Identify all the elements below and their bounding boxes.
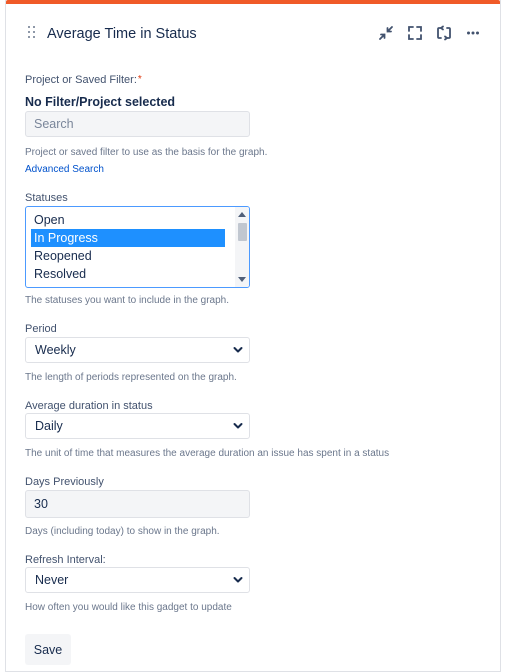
- average-duration-select[interactable]: Daily: [25, 413, 250, 439]
- days-previously-label: Days Previously: [25, 476, 104, 488]
- chevron-down-icon: [233, 347, 243, 353]
- gadget-panel: Average Time in Status Project or Saved …: [5, 0, 501, 672]
- advanced-search-link[interactable]: Advanced Search: [25, 164, 104, 175]
- period-help-text: The length of periods represented on the…: [25, 372, 237, 383]
- scroll-up-icon[interactable]: [238, 212, 246, 217]
- refresh-interval-select[interactable]: Never: [25, 567, 250, 593]
- drag-handle-icon[interactable]: [28, 26, 38, 40]
- filter-label: Project or Saved Filter:*: [25, 74, 142, 86]
- filter-selected-text: No Filter/Project selected: [25, 95, 176, 109]
- days-previously-help-text: Days (including today) to show in the gr…: [25, 526, 220, 537]
- status-option-resolved[interactable]: Resolved: [31, 265, 225, 283]
- period-select[interactable]: Weekly: [25, 337, 250, 363]
- days-previously-input[interactable]: [25, 490, 250, 518]
- minimize-icon[interactable]: [377, 24, 395, 42]
- required-marker: *: [137, 74, 142, 85]
- scrollbar-thumb[interactable]: [238, 223, 247, 241]
- status-option-in-progress[interactable]: In Progress: [31, 229, 225, 247]
- fullscreen-icon[interactable]: [406, 24, 424, 42]
- save-button[interactable]: Save: [25, 634, 71, 665]
- statuses-scrollbar[interactable]: [235, 207, 249, 287]
- gadget-title: Average Time in Status: [47, 26, 197, 42]
- chevron-down-icon: [233, 577, 243, 583]
- period-label: Period: [25, 323, 57, 335]
- average-duration-help-text: The unit of time that measures the avera…: [25, 448, 390, 459]
- period-select-value: Weekly: [35, 343, 76, 357]
- statuses-listbox[interactable]: Open In Progress Reopened Resolved: [25, 206, 250, 288]
- filter-help-text: Project or saved filter to use as the ba…: [25, 147, 268, 158]
- statuses-help-text: The statuses you want to include in the …: [25, 295, 230, 306]
- gadget-header: Average Time in Status: [6, 4, 500, 62]
- filter-search-input[interactable]: [25, 111, 250, 137]
- status-option-open[interactable]: Open: [31, 211, 225, 229]
- scroll-down-icon[interactable]: [238, 277, 246, 282]
- average-duration-value: Daily: [35, 419, 63, 433]
- average-duration-label: Average duration in status: [25, 400, 153, 412]
- statuses-label: Statuses: [25, 192, 68, 204]
- more-icon[interactable]: [464, 24, 482, 42]
- status-option-reopened[interactable]: Reopened: [31, 247, 225, 265]
- refresh-icon[interactable]: [435, 24, 453, 42]
- refresh-interval-value: Never: [35, 573, 69, 587]
- refresh-interval-label: Refresh Interval:: [25, 554, 106, 566]
- chevron-down-icon: [233, 423, 243, 429]
- refresh-interval-help-text: How often you would like this gadget to …: [25, 602, 232, 613]
